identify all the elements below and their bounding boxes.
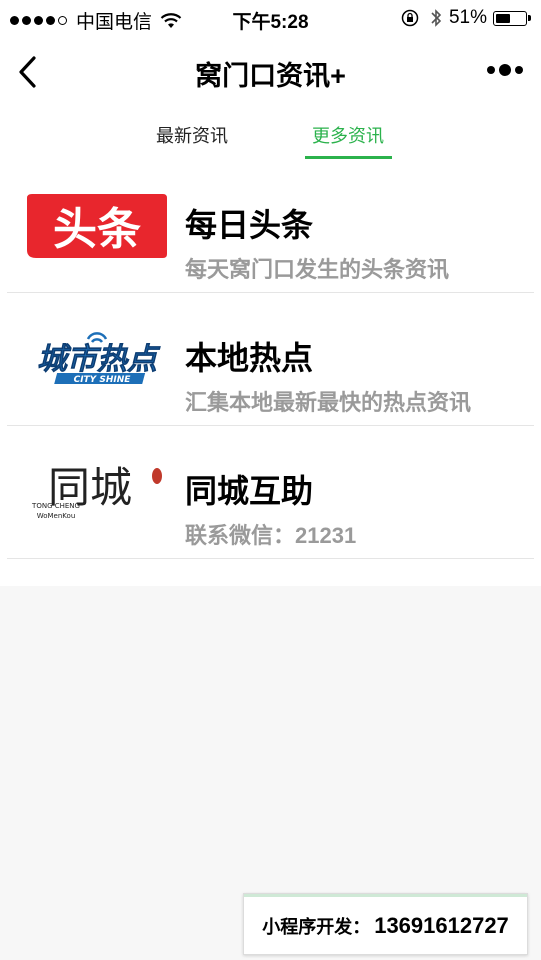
tab-latest-news[interactable]: 最新资讯 (156, 122, 228, 148)
battery-percent: 51% (448, 7, 487, 28)
promo-label: 小程序开发： (262, 917, 371, 937)
more-dot (515, 66, 523, 74)
city-hotspot-logo-text: 城市热点 (37, 342, 161, 377)
tab-more-news[interactable]: 更多资讯 (312, 122, 384, 148)
item-description: 每天窝门口发生的头条资讯 (185, 257, 450, 282)
item-title: 本地热点 (185, 340, 314, 376)
nav-bar: 窝门口资讯+ (0, 36, 541, 108)
tongcheng-logo-sub1: TONG CHENG (31, 502, 80, 510)
item-description: 汇集本地最新最快的热点资讯 (185, 390, 472, 415)
news-category-list: 头条 每日头条 每天窝门口发生的头条资讯 城市热点 CITY SHINE 本地热… (0, 160, 541, 586)
page-title: 窝门口资讯+ (195, 61, 346, 91)
active-tab-indicator (305, 156, 392, 159)
city-hotspot-logo: 城市热点 CITY SHINE (37, 332, 161, 385)
developer-contact-banner[interactable]: 小程序开发： 13691612727 (243, 893, 528, 955)
list-item-local-hotspots[interactable]: 城市热点 CITY SHINE 本地热点 汇集本地最新最快的热点资讯 (0, 293, 541, 426)
more-menu-icon[interactable] (483, 64, 523, 76)
promo-text: 小程序开发： 13691612727 (244, 913, 527, 939)
battery-icon (493, 10, 527, 26)
status-right: 51% (401, 7, 531, 29)
more-dot (499, 64, 511, 76)
item-title: 每日头条 (185, 207, 314, 243)
orientation-lock-icon (401, 9, 419, 27)
status-bar: 中国电信 下午5:28 51% (0, 0, 541, 36)
toutiao-logo-text: 头条 (53, 204, 141, 255)
battery-fill (496, 13, 511, 23)
promo-phone: 13691612727 (374, 913, 509, 938)
tongcheng-logo: 同城 TONG CHENG WoMenKou (31, 463, 162, 520)
item-description: 联系微信：21231 (185, 523, 357, 548)
bluetooth-icon (431, 9, 442, 27)
tongcheng-logo-sub2: WoMenKou (37, 512, 76, 520)
list-item-daily-headlines[interactable]: 头条 每日头条 每天窝门口发生的头条资讯 (0, 160, 541, 293)
city-hotspot-logo-subtext: CITY SHINE (74, 375, 132, 385)
toutiao-logo: 头条 (27, 194, 167, 258)
divider (7, 558, 534, 559)
battery-cap (528, 15, 531, 21)
promo-strip (244, 894, 527, 897)
tab-bar: 最新资讯 更多资讯 (0, 108, 541, 161)
list-item-community-help[interactable]: 同城 TONG CHENG WoMenKou 同城互助 联系微信：21231 (0, 426, 541, 559)
more-dot (487, 66, 495, 74)
item-title: 同城互助 (185, 473, 314, 509)
